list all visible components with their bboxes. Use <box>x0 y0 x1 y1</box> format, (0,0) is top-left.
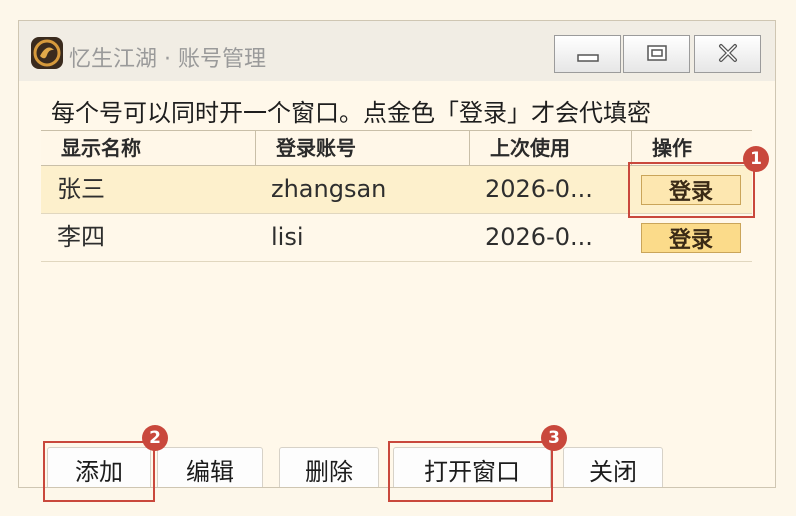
callout-badge-3: 3 <box>541 425 567 451</box>
app-logo-icon <box>31 37 63 69</box>
cell-display-name: 李四 <box>57 223 105 251</box>
add-button[interactable]: 添加 <box>47 447 151 487</box>
maximize-button[interactable] <box>623 35 690 73</box>
account-table: 显示名称 登录账号 上次使用 操作 张三 zhangsan 2026-0... … <box>41 130 752 262</box>
close-icon <box>718 44 737 62</box>
cell-last-used: 2026-0... <box>485 223 593 251</box>
window-title: 忆生江湖 · 账号管理 <box>69 47 266 72</box>
instruction-text: 每个号可以同时开一个窗口。点金色「登录」才会代填密 <box>51 99 651 127</box>
edit-button[interactable]: 编辑 <box>157 447 263 487</box>
close-button[interactable]: 关闭 <box>563 447 663 487</box>
minimize-icon <box>576 54 599 62</box>
login-button[interactable]: 登录 <box>641 223 741 253</box>
table-row[interactable]: 李四 lisi 2026-0... 登录 <box>41 214 752 262</box>
cell-display-name: 张三 <box>57 175 105 203</box>
delete-button[interactable]: 删除 <box>279 447 379 487</box>
table-header: 显示名称 登录账号 上次使用 操作 <box>41 130 752 166</box>
account-manager-window: 忆生江湖 · 账号管理 每个号可以同时开一个窗口。点金色「登录」才会代填密 显示… <box>18 20 776 488</box>
maximize-icon <box>646 45 667 61</box>
close-window-button[interactable] <box>694 35 761 73</box>
cell-login-account: zhangsan <box>271 175 387 203</box>
login-button[interactable]: 登录 <box>641 175 741 205</box>
cell-login-account: lisi <box>271 223 304 251</box>
column-header-action[interactable]: 操作 <box>631 131 752 165</box>
open-window-button[interactable]: 打开窗口 <box>393 447 551 487</box>
column-header-login-account[interactable]: 登录账号 <box>255 131 469 165</box>
table-row[interactable]: 张三 zhangsan 2026-0... 登录 <box>41 166 752 214</box>
column-header-display-name[interactable]: 显示名称 <box>41 131 255 165</box>
minimize-button[interactable] <box>554 35 621 73</box>
cell-last-used: 2026-0... <box>485 175 593 203</box>
column-header-last-used[interactable]: 上次使用 <box>469 131 631 165</box>
callout-badge-2: 2 <box>142 425 168 451</box>
callout-badge-1: 1 <box>743 146 769 172</box>
title-bar[interactable]: 忆生江湖 · 账号管理 <box>19 21 775 81</box>
